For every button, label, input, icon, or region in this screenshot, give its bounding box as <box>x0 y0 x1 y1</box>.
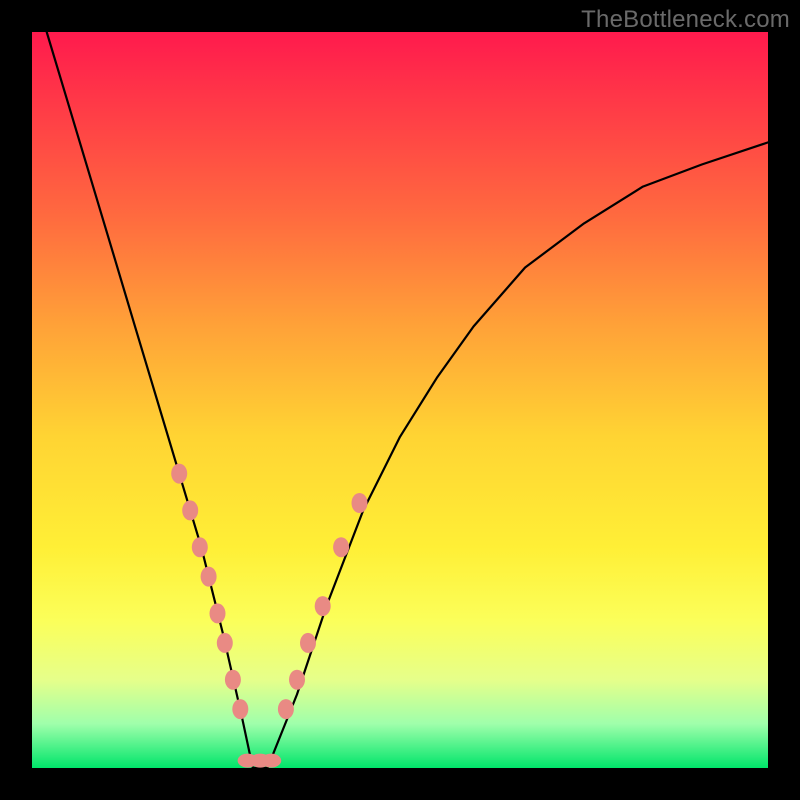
curve-marker <box>289 670 305 690</box>
curve-marker <box>210 603 226 623</box>
curve-marker <box>300 633 316 653</box>
curve-marker <box>171 464 187 484</box>
curve-marker <box>201 567 217 587</box>
curve-marker <box>278 699 294 719</box>
watermark-label: TheBottleneck.com <box>581 6 790 34</box>
curve-marker <box>217 633 233 653</box>
curve-marker <box>232 699 248 719</box>
curve-marker <box>315 596 331 616</box>
curve-marker <box>182 500 198 520</box>
curve-marker <box>192 537 208 557</box>
bottleneck-curve-svg <box>32 32 768 768</box>
curve-marker <box>225 670 241 690</box>
plot-area <box>32 32 768 768</box>
bottleneck-curve-path <box>47 32 768 768</box>
curve-marker <box>352 493 368 513</box>
chart-frame: TheBottleneck.com <box>0 0 800 800</box>
curve-marker <box>261 754 281 768</box>
curve-marker <box>333 537 349 557</box>
